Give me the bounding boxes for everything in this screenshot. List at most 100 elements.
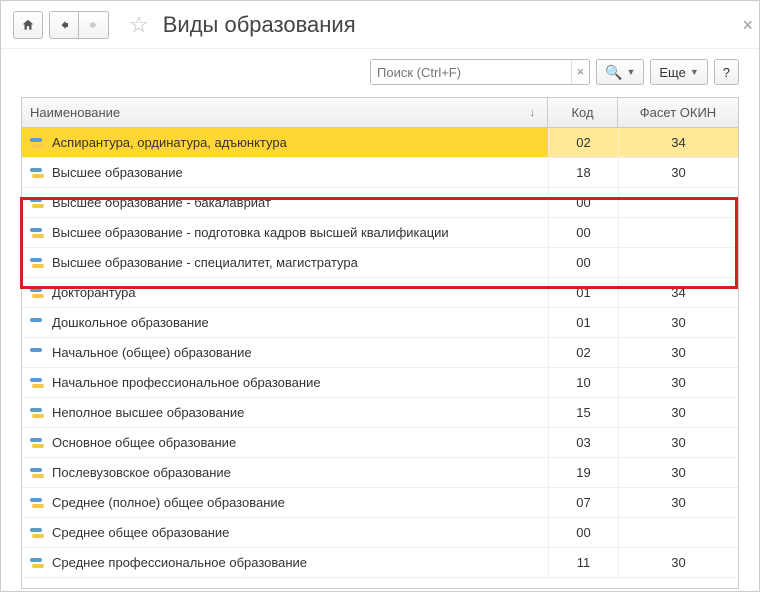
nav-group: [49, 11, 109, 39]
clear-search-button[interactable]: ×: [571, 60, 589, 84]
cell-name: Высшее образование: [22, 158, 548, 187]
arrow-left-icon: [58, 19, 70, 31]
cell-facet: 30: [618, 428, 738, 457]
table-row[interactable]: Основное общее образование 0330: [22, 428, 738, 458]
table-header: Наименование ↓ Код Фасет ОКИН: [22, 98, 738, 128]
cell-facet: 34: [618, 128, 738, 157]
table-body[interactable]: Аспирантура, ординатура, адъюнктура0234В…: [22, 128, 738, 588]
row-name-label: Среднее общее образование: [52, 525, 229, 540]
table-row[interactable]: Послевузовское образование1930: [22, 458, 738, 488]
table-row[interactable]: Дошкольное образование0130: [22, 308, 738, 338]
topbar: ☆ Виды образования ×: [1, 1, 759, 49]
cell-name: Основное общее образование: [22, 428, 548, 457]
cell-name: Начальное профессиональное образование: [22, 368, 548, 397]
chevron-down-icon: ▼: [626, 67, 635, 77]
favorite-icon[interactable]: ☆: [129, 12, 149, 38]
cell-facet: 30: [618, 338, 738, 367]
table-row[interactable]: Неполное высшее образование1530: [22, 398, 738, 428]
cell-code: 00: [548, 248, 618, 277]
cell-facet: 30: [618, 488, 738, 517]
table-row[interactable]: Начальное профессиональное образование 10…: [22, 368, 738, 398]
column-header-facet-label: Фасет ОКИН: [640, 105, 716, 120]
table-row[interactable]: Среднее профессиональное образование 1130: [22, 548, 738, 578]
table-row[interactable]: Высшее образование - бакалавриат00: [22, 188, 738, 218]
table-row[interactable]: Среднее общее образование00: [22, 518, 738, 548]
more-button[interactable]: Еще ▼: [650, 59, 707, 85]
window: ☆ Виды образования × × 🔍 ▼ Еще ▼ ? Наиме…: [0, 0, 760, 592]
cell-code: 07: [548, 488, 618, 517]
row-name-label: Высшее образование - подготовка кадров в…: [52, 225, 449, 240]
cell-name: Высшее образование - подготовка кадров в…: [22, 218, 548, 247]
cell-code: 00: [548, 188, 618, 217]
magnifier-icon: 🔍: [605, 64, 622, 81]
search-dropdown-button[interactable]: 🔍 ▼: [596, 59, 644, 85]
item-icon: [30, 198, 44, 208]
column-header-facet[interactable]: Фасет ОКИН: [618, 98, 738, 127]
cell-code: 11: [548, 548, 618, 577]
help-button-label: ?: [723, 65, 730, 80]
page-title: Виды образования: [163, 12, 356, 38]
item-icon: [30, 498, 44, 508]
home-icon: [21, 18, 35, 32]
cell-code: 00: [548, 218, 618, 247]
table-row[interactable]: Начальное (общее) образование 0230: [22, 338, 738, 368]
item-icon: [30, 558, 44, 568]
back-button[interactable]: [49, 11, 79, 39]
table-row[interactable]: Высшее образование - подготовка кадров в…: [22, 218, 738, 248]
cell-code: 02: [548, 338, 618, 367]
item-icon: [30, 138, 44, 148]
item-icon: [30, 528, 44, 538]
column-header-name[interactable]: Наименование ↓: [22, 98, 548, 127]
cell-name: Начальное (общее) образование: [22, 338, 548, 367]
cell-name: Среднее (полное) общее образование: [22, 488, 548, 517]
cell-facet: 30: [618, 458, 738, 487]
search-input[interactable]: [371, 60, 571, 84]
row-name-label: Докторантура: [52, 285, 136, 300]
cell-name: Среднее общее образование: [22, 518, 548, 547]
row-name-label: Начальное профессиональное образование: [52, 375, 321, 390]
column-header-code[interactable]: Код: [548, 98, 618, 127]
cell-facet: [618, 218, 738, 247]
close-button[interactable]: ×: [742, 15, 753, 36]
cell-name: Аспирантура, ординатура, адъюнктура: [22, 128, 548, 157]
row-name-label: Послевузовское образование: [52, 465, 231, 480]
table-row[interactable]: Аспирантура, ординатура, адъюнктура0234: [22, 128, 738, 158]
row-name-label: Начальное (общее) образование: [52, 345, 252, 360]
table-row[interactable]: Среднее (полное) общее образование0730: [22, 488, 738, 518]
row-name-label: Высшее образование: [52, 165, 183, 180]
table-row[interactable]: Высшее образование 1830: [22, 158, 738, 188]
sort-arrow-icon: ↓: [530, 107, 536, 119]
search-box: ×: [370, 59, 590, 85]
item-icon: [30, 318, 44, 328]
cell-code: 18: [548, 158, 618, 187]
item-icon: [30, 348, 44, 358]
cell-name: Неполное высшее образование: [22, 398, 548, 427]
forward-button[interactable]: [79, 11, 109, 39]
row-name-label: Среднее профессиональное образование: [52, 555, 307, 570]
cell-facet: [618, 248, 738, 277]
cell-name: Высшее образование - специалитет, магист…: [22, 248, 548, 277]
cell-facet: 30: [618, 548, 738, 577]
row-name-label: Высшее образование - специалитет, магист…: [52, 255, 358, 270]
arrow-right-icon: [88, 19, 100, 31]
item-icon: [30, 468, 44, 478]
row-name-label: Неполное высшее образование: [52, 405, 244, 420]
help-button[interactable]: ?: [714, 59, 739, 85]
cell-code: 03: [548, 428, 618, 457]
cell-code: 10: [548, 368, 618, 397]
item-icon: [30, 168, 44, 178]
column-header-name-label: Наименование: [30, 105, 120, 120]
row-name-label: Основное общее образование: [52, 435, 236, 450]
row-name-label: Дошкольное образование: [52, 315, 209, 330]
cell-name: Высшее образование - бакалавриат: [22, 188, 548, 217]
cell-facet: 30: [618, 308, 738, 337]
table-row[interactable]: Высшее образование - специалитет, магист…: [22, 248, 738, 278]
row-name-label: Аспирантура, ординатура, адъюнктура: [52, 135, 287, 150]
column-header-code-label: Код: [571, 105, 593, 120]
cell-name: Дошкольное образование: [22, 308, 548, 337]
item-icon: [30, 258, 44, 268]
cell-facet: 30: [618, 158, 738, 187]
cell-facet: [618, 188, 738, 217]
home-button[interactable]: [13, 11, 43, 39]
table-row[interactable]: Докторантура0134: [22, 278, 738, 308]
